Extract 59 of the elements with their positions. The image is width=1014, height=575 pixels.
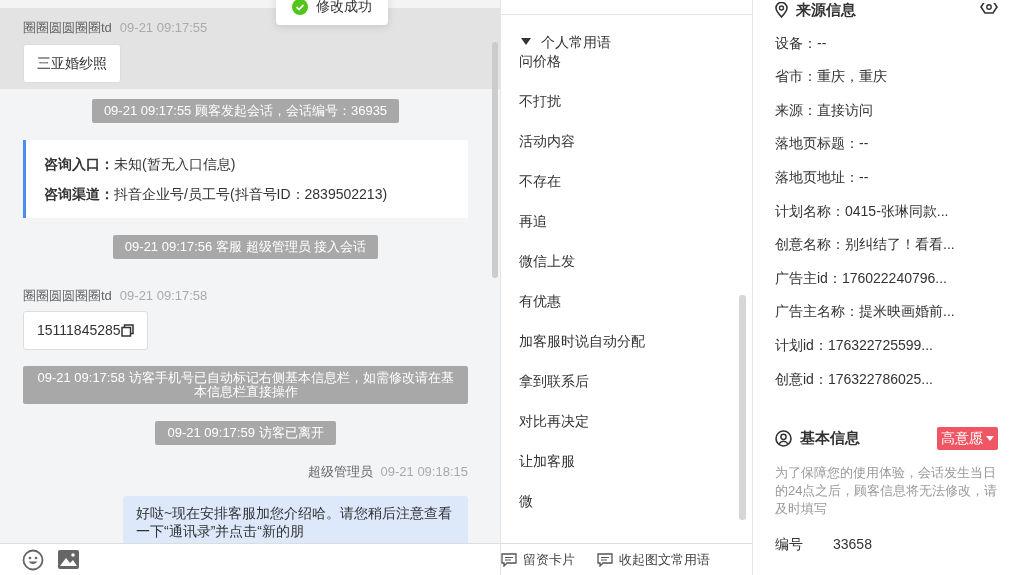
message-time: 09-21 09:18:15 bbox=[380, 463, 468, 481]
toast-message: 修改成功 bbox=[316, 0, 372, 16]
hexagon-icon[interactable] bbox=[980, 3, 998, 17]
info-field: 落地页地址：-- bbox=[775, 166, 998, 187]
info-field: 设备：-- bbox=[775, 32, 998, 53]
field-label: 编号 bbox=[775, 534, 803, 554]
phrase-item[interactable]: 问价格 bbox=[519, 51, 734, 71]
message-time: 09-21 09:17:55 bbox=[119, 19, 208, 37]
comment-icon bbox=[501, 552, 517, 567]
system-notice: 09-21 09:17:55 顾客发起会话，会话编号：36935 bbox=[91, 98, 400, 123]
phrase-item[interactable]: 让加客服 bbox=[519, 451, 734, 471]
location-pin-icon bbox=[775, 2, 788, 18]
sender-name: 圈圈圆圆圈圈td bbox=[23, 286, 112, 305]
system-notice: 09-21 09:17:58 访客手机号已自动标记右侧基本信息栏，如需修改请在基本信息栏直接操作 bbox=[23, 366, 468, 404]
user-icon bbox=[775, 429, 792, 447]
action-button[interactable]: 收起图文常用语 bbox=[597, 549, 710, 570]
message-time: 09-21 09:17:58 bbox=[119, 286, 208, 305]
entry-row-text: 咨询渠道：抖音企业号/员工号(抖音号ID：2839502213) bbox=[44, 184, 389, 204]
info-field: 省市：重庆，重庆 bbox=[775, 66, 998, 87]
action-button[interactable]: 留资卡片 bbox=[501, 549, 575, 570]
sender-name: 圈圈圆圆圈圈td bbox=[23, 19, 112, 37]
phrase-item[interactable]: 对比再决定 bbox=[519, 411, 734, 431]
info-field: 计划名称：0415-张琳同款... bbox=[775, 200, 998, 221]
phrase-item[interactable]: 不打扰 bbox=[519, 91, 734, 111]
phrase-item[interactable]: 活动内容 bbox=[519, 131, 734, 151]
phrase-item[interactable]: 不存在 bbox=[519, 171, 734, 191]
notice-text: 为了保障您的使用体验，会话发生当日的24点之后，顾客信息将无法修改，请及时填写 bbox=[775, 463, 998, 518]
phrase-item[interactable]: 再追 bbox=[519, 211, 734, 231]
sender-name: 超级管理员 bbox=[307, 463, 373, 481]
entry-row-text: 咨询入口：未知(暂无入口信息) bbox=[44, 154, 237, 174]
field-value: 33658 bbox=[833, 534, 872, 554]
phrase-item[interactable]: 加客服时说自动分配 bbox=[519, 331, 734, 351]
copy-icon[interactable] bbox=[120, 324, 134, 337]
caret-icon[interactable] bbox=[521, 38, 531, 46]
message-bubble: 好哒~现在安排客服加您介绍哈。请您稍后注意查看一下“通讯录”并点击“新的朋 bbox=[123, 495, 468, 543]
info-field: 计划id：176322725599... bbox=[775, 334, 998, 355]
comment-icon bbox=[597, 552, 613, 567]
info-field: 来源：直接访问 bbox=[775, 99, 998, 120]
system-notice: 09-21 09:17:56 客服 超级管理员 接入会话 bbox=[112, 234, 379, 259]
info-field: 创意名称：别纠结了！看看... bbox=[775, 234, 998, 255]
caret-icon bbox=[986, 435, 994, 441]
emoji-icon[interactable] bbox=[22, 548, 44, 571]
scrollbar[interactable] bbox=[739, 295, 746, 520]
message-text: 15111845285 bbox=[37, 321, 121, 340]
scrollbar[interactable] bbox=[492, 42, 498, 278]
section-title: 基本信息 bbox=[800, 427, 861, 448]
image-icon[interactable] bbox=[58, 550, 79, 569]
info-field: 广告主名称：提米映画婚前... bbox=[775, 301, 998, 322]
info-field: 创意id：176322786025... bbox=[775, 368, 998, 389]
section-title: 来源信息 bbox=[796, 0, 856, 20]
system-notice: 09-21 09:17:59 访客已离开 bbox=[155, 421, 336, 445]
phrase-item[interactable]: 微 bbox=[519, 491, 734, 511]
info-field: 广告主id：176022240796... bbox=[775, 267, 998, 288]
group-label[interactable]: 个人常用语 bbox=[541, 33, 611, 51]
message-text: 三亚婚纱照 bbox=[37, 53, 107, 73]
phrase-item[interactable]: 微信上发 bbox=[519, 251, 734, 271]
phrase-item[interactable]: 拿到联系后 bbox=[519, 371, 734, 391]
info-field: 落地页标题：-- bbox=[775, 133, 998, 154]
phrase-item[interactable]: 有优惠 bbox=[519, 291, 734, 311]
